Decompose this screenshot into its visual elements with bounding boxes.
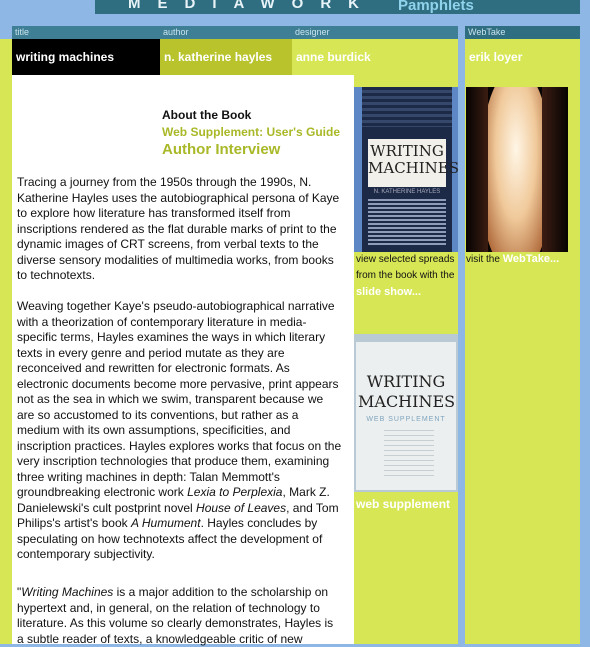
web-supplement-image[interactable]: WRITING MACHINES WEB SUPPLEMENT [354,334,458,492]
supplement-subtitle: WEB SUPPLEMENT [366,416,446,423]
webtake-caption-text: visit the [466,254,500,265]
right-margin [580,26,590,644]
left-curtain [466,87,488,252]
book-cover-image[interactable]: WRITING MACHINES N. KATHERINE HAYLES [354,87,458,252]
designer-value[interactable]: anne burdick [292,39,458,75]
p3-title: Writing Machines [21,585,114,599]
slideshow-link[interactable]: slide show... [356,286,421,298]
cover-stripes [362,87,452,127]
right-curtain [542,87,568,252]
supplement-title: WRITING MACHINES [358,372,456,411]
title-value: writing machines [12,39,160,75]
series-bar: Pamphlets [395,0,580,14]
description-paragraph-2: Weaving together Kaye's pseudo-autobiogr… [17,299,342,563]
p2-text-a: Weaving together Kaye's pseudo-autobiogr… [17,299,342,499]
review-quote: "Writing Machines is a major addition to… [17,585,342,647]
book-cover-title: WRITING MACHINES [368,139,458,187]
top-banner: MEDIAWORK Pamphlets [0,0,590,14]
title-header: title [12,26,160,39]
about-the-book-link[interactable]: About the Book [162,108,251,122]
webtake-value[interactable]: erik loyer [465,39,580,75]
designer-header: designer [292,26,458,39]
author-interview-link[interactable]: Author Interview [162,141,280,158]
slideshow-caption-text: view selected spreads from the book with… [356,254,455,281]
supplement-text-lines [384,430,434,480]
web-supplement-guide-link[interactable]: Web Supplement: User's Guide [162,125,340,139]
p2-title-humument: A Humument [130,516,201,530]
cover-lines [368,197,446,245]
brand-logo[interactable]: MEDIAWORK [128,0,376,12]
author-header: author [160,26,292,39]
webtake-image[interactable] [466,87,568,252]
author-value[interactable]: n. katherine hayles [160,39,292,75]
webtake-link[interactable]: WebTake... [503,253,559,265]
column-gap [458,39,465,644]
web-supplement-link[interactable]: web supplement [356,497,456,512]
series-label[interactable]: Pamphlets [398,0,474,14]
webtake-header: WebTake [465,26,580,39]
p2-title-house: House of Leaves [196,500,287,515]
book-cover-author: N. KATHERINE HAYLES [373,189,441,195]
p2-title-lexia: Lexia to Perplexia [187,485,283,499]
description-paragraph-1: Tracing a journey from the 1950s through… [17,175,340,282]
left-strip [0,75,12,644]
slideshow-caption: view selected spreads from the book with… [356,252,456,301]
webtake-caption: visit the WebTake... [466,252,559,267]
left-accent [0,39,12,75]
main-content: About the Book Web Supplement: User's Gu… [12,75,354,647]
